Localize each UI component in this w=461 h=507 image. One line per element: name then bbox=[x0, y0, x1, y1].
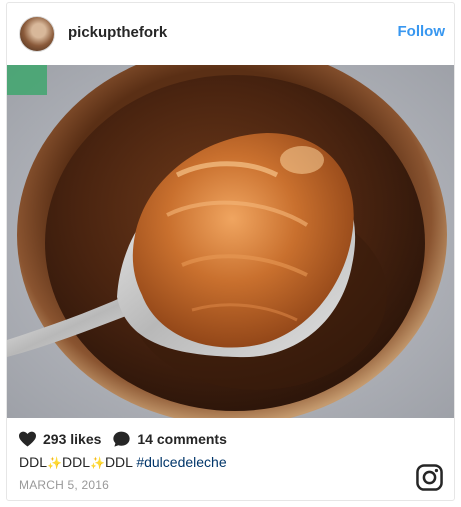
post-photo[interactable] bbox=[7, 65, 454, 418]
post-header: pickupthefork Follow bbox=[7, 3, 454, 63]
caption-text: DDL bbox=[19, 454, 48, 470]
heart-icon[interactable] bbox=[19, 431, 36, 447]
hashtag-link[interactable]: #dulcedeleche bbox=[136, 454, 226, 470]
likes-count[interactable]: 293 likes bbox=[43, 431, 101, 447]
sparkles-icon: ✨ bbox=[47, 456, 62, 470]
sparkles-icon: ✨ bbox=[89, 456, 105, 470]
instagram-logo-icon[interactable] bbox=[416, 464, 443, 491]
follow-button[interactable]: Follow bbox=[398, 23, 446, 40]
post-date[interactable]: MARCH 5, 2016 bbox=[19, 478, 109, 492]
comment-bubble-icon[interactable] bbox=[113, 431, 131, 447]
post-caption: DDL✨DDL✨DDL #dulcedeleche bbox=[19, 454, 227, 470]
comments-count[interactable]: 14 comments bbox=[137, 431, 226, 447]
profile-avatar[interactable] bbox=[19, 16, 55, 52]
instagram-embed-card: pickupthefork Follow 293 likes 14 commen… bbox=[6, 2, 455, 501]
caption-text: DDL bbox=[61, 454, 90, 470]
engagement-bar: 293 likes 14 comments bbox=[19, 430, 227, 448]
username-link[interactable]: pickupthefork bbox=[68, 24, 167, 41]
dulce-de-leche-photo bbox=[7, 65, 454, 418]
caption-text: DDL bbox=[104, 454, 137, 470]
